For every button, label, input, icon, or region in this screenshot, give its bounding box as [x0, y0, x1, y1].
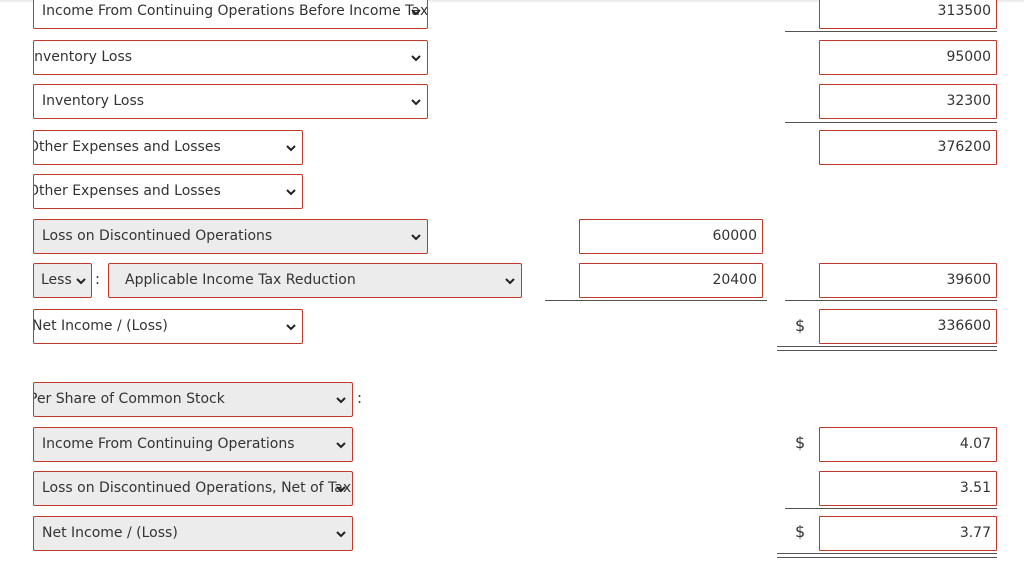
chevron-down-icon [284, 320, 298, 334]
double-underline-top [777, 553, 997, 554]
underline [785, 508, 997, 509]
account-select-inventory-loss-2[interactable]: Inventory Loss [33, 84, 428, 119]
amount-input-eps-continuing[interactable]: 4.07 [819, 427, 997, 462]
select-value: Net Income / (Loss) [42, 525, 178, 541]
currency-symbol: $ [795, 433, 806, 452]
account-select-tax-reduction[interactable]: Applicable Income Tax Reduction [108, 263, 522, 298]
chevron-down-icon [334, 438, 348, 452]
chevron-down-icon [409, 95, 423, 109]
separator-colon: : [95, 270, 101, 288]
account-select-other-expenses-2[interactable]: Other Expenses and Losses [33, 174, 303, 209]
select-value: Loss on Discontinued Operations, Net of … [42, 480, 352, 496]
underline [785, 122, 997, 123]
chevron-down-icon [74, 274, 88, 288]
underline [785, 31, 997, 32]
currency-symbol: $ [795, 316, 806, 335]
account-select-loss-discontinued[interactable]: Loss on Discontinued Operations [33, 219, 428, 254]
double-underline-top [777, 346, 997, 347]
amount-input-income-before-tax[interactable]: 313500 [819, 0, 997, 29]
amount-input-eps-net-income[interactable]: 3.77 [819, 516, 997, 551]
chevron-down-icon [284, 185, 298, 199]
prefix-select-less[interactable]: Less [33, 263, 92, 298]
amount-input-other-expenses[interactable]: 376200 [819, 130, 997, 165]
select-value: Income From Continuing Operations Before… [42, 3, 428, 19]
chevron-down-icon [503, 274, 517, 288]
select-value: Other Expenses and Losses [33, 139, 221, 155]
account-select-eps-net-income[interactable]: Net Income / (Loss) [33, 516, 353, 551]
chevron-down-icon [334, 482, 348, 496]
select-value: Other Expenses and Losses [33, 183, 221, 199]
select-value: Net Income / (Loss) [33, 318, 168, 334]
select-value: Inventory Loss [42, 93, 145, 109]
account-select-net-income[interactable]: Net Income / (Loss) [33, 309, 303, 344]
amount-input-net-discontinued[interactable]: 39600 [819, 263, 997, 298]
select-value: Loss on Discontinued Operations [42, 228, 273, 244]
select-value: Income From Continuing Operations [42, 436, 295, 452]
chevron-down-icon [409, 230, 423, 244]
chevron-down-icon [409, 5, 423, 19]
amount-input-loss-discontinued[interactable]: 60000 [579, 219, 763, 254]
heading-select-per-share[interactable]: Per Share of Common Stock [33, 382, 353, 417]
amount-input-eps-discontinued[interactable]: 3.51 [819, 471, 997, 506]
select-value: Less [41, 272, 72, 288]
chevron-down-icon [334, 527, 348, 541]
chevron-down-icon [409, 51, 423, 65]
account-select-income-before-tax[interactable]: Income From Continuing Operations Before… [33, 0, 428, 29]
select-value: Inventory Loss [33, 49, 133, 65]
double-underline-bottom [777, 350, 997, 351]
account-select-other-expenses-1[interactable]: Other Expenses and Losses [33, 130, 303, 165]
select-value: Per Share of Common Stock [33, 391, 225, 407]
chevron-down-icon [284, 141, 298, 155]
amount-input-net-income[interactable]: 336600 [819, 309, 997, 344]
account-select-eps-discontinued[interactable]: Loss on Discontinued Operations, Net of … [33, 471, 353, 506]
separator-colon: : [357, 389, 363, 407]
chevron-down-icon [334, 393, 348, 407]
underline [785, 300, 997, 301]
select-value: Applicable Income Tax Reduction [125, 272, 356, 288]
amount-input-inventory-loss-2[interactable]: 32300 [819, 84, 997, 119]
account-select-inventory-loss-1[interactable]: Inventory Loss [33, 40, 428, 75]
amount-input-tax-reduction[interactable]: 20400 [579, 263, 763, 298]
underline [545, 300, 767, 301]
double-underline-bottom [777, 557, 997, 558]
currency-symbol: $ [795, 522, 806, 541]
account-select-eps-continuing[interactable]: Income From Continuing Operations [33, 427, 353, 462]
amount-input-inventory-loss-1[interactable]: 95000 [819, 40, 997, 75]
